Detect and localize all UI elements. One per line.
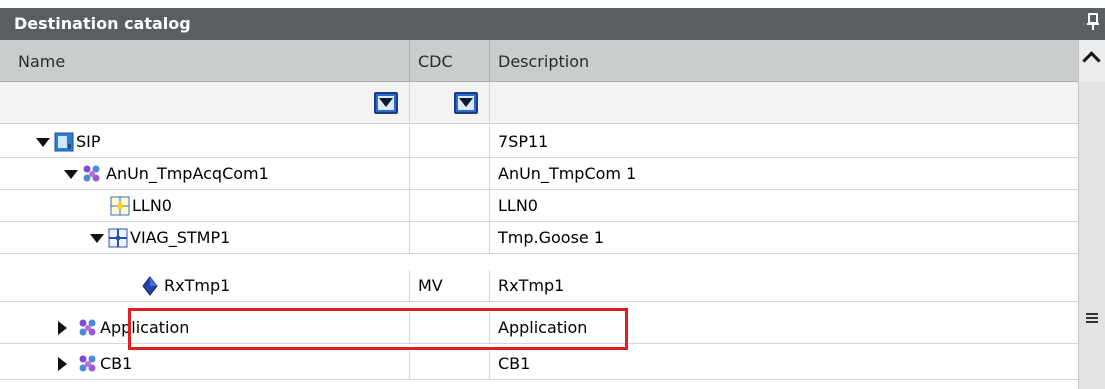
row-name: VIAG_STMP1 — [130, 228, 231, 247]
cdc-cell — [410, 222, 490, 254]
name-cell: VIAG_STMP1 — [0, 222, 410, 254]
name-cell: RxTmp1 — [0, 270, 410, 302]
row-name: CB1 — [100, 354, 133, 373]
column-header-name[interactable]: Name — [0, 40, 410, 82]
column-header-description[interactable]: Description — [490, 40, 1078, 82]
cdc-cell — [410, 190, 490, 222]
tree-row-lln0[interactable]: LLN0 LLN0 — [0, 190, 1078, 222]
description-filter-cell[interactable] — [490, 82, 1078, 124]
name-cell: CB1 — [0, 348, 410, 380]
scroll-grip-icon[interactable] — [1086, 313, 1098, 323]
logical-node-icon — [110, 196, 130, 216]
cdc-cell — [410, 158, 490, 190]
name-cell: SIP — [0, 126, 410, 158]
description-cell: Tmp.Goose 1 — [498, 228, 605, 247]
vertical-scrollbar[interactable] — [1078, 40, 1105, 389]
name-filter-cell — [0, 82, 410, 124]
data-object-icon — [142, 276, 158, 296]
tree-row-anun-tmpacqcom1[interactable]: AnUn_TmpAcqCom1 AnUn_TmpCom 1 — [0, 158, 1078, 190]
logical-device-icon — [79, 319, 96, 336]
tree-row-rxtmp1[interactable]: RxTmp1 MV RxTmp1 — [0, 270, 1078, 302]
description-cell: RxTmp1 — [498, 276, 565, 295]
row-name: RxTmp1 — [164, 276, 231, 295]
filter-row — [0, 82, 1078, 124]
cdc-filter-dropdown-icon[interactable] — [454, 92, 478, 114]
logical-node-icon — [108, 228, 128, 248]
description-cell: LLN0 — [498, 196, 538, 215]
column-header-description-label: Description — [498, 52, 590, 71]
cdc-cell — [410, 126, 490, 158]
description-cell: CB1 — [498, 354, 531, 373]
column-header-cdc-label: CDC — [418, 52, 453, 71]
description-cell: AnUn_TmpCom 1 — [498, 164, 637, 183]
expand-arrow-icon[interactable] — [64, 170, 78, 179]
row-name: LLN0 — [132, 196, 172, 215]
name-cell: AnUn_TmpAcqCom1 — [0, 158, 410, 190]
expand-arrow-icon[interactable] — [90, 234, 104, 243]
cdc-filter-cell — [410, 82, 490, 124]
description-cell: 7SP11 — [498, 132, 549, 151]
pin-icon[interactable] — [1087, 13, 1099, 31]
logical-device-icon — [83, 165, 100, 182]
tree-row-cb1[interactable]: CB1 CB1 — [0, 348, 1078, 380]
destination-catalog-panel: Destination catalog Name CDC Description — [0, 0, 1105, 389]
panel-titlebar: Destination catalog — [0, 8, 1105, 40]
row-name: SIP — [76, 132, 101, 151]
collapse-arrow-icon[interactable] — [58, 321, 67, 335]
column-header-name-label: Name — [18, 52, 66, 71]
scroll-up-icon[interactable] — [1079, 40, 1105, 82]
row-name: AnUn_TmpAcqCom1 — [106, 164, 269, 183]
name-filter-dropdown-icon[interactable] — [374, 92, 398, 114]
name-cell: LLN0 — [0, 190, 410, 222]
column-header-cdc[interactable]: CDC — [410, 40, 490, 82]
cdc-cell — [410, 348, 490, 380]
tree-row-viag-stmp1[interactable]: VIAG_STMP1 Tmp.Goose 1 — [0, 222, 1078, 254]
logical-device-icon — [79, 355, 96, 372]
expand-arrow-icon[interactable] — [36, 138, 50, 147]
catalog-table: Name CDC Description SIP 7SP11 AnUn_TmpA… — [0, 40, 1078, 389]
device-icon — [54, 132, 74, 152]
cdc-cell: MV — [410, 270, 490, 302]
collapse-arrow-icon[interactable] — [58, 357, 67, 371]
panel-title: Destination catalog — [14, 14, 191, 33]
selection-highlight-box — [128, 308, 628, 350]
tree-row-sip[interactable]: SIP 7SP11 — [0, 126, 1078, 158]
